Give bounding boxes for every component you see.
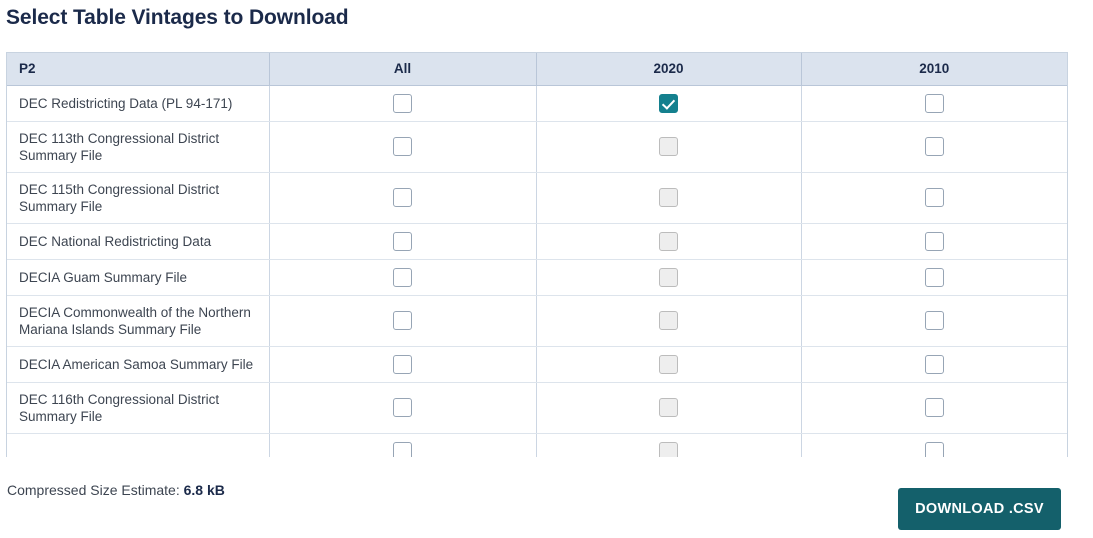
page-title: Select Table Vintages to Download [6,6,349,29]
checkbox-cell-all [269,295,537,347]
table-row: DEC Redistricting Data (PL 94-171) [7,85,1067,122]
table-row: DEC 113th Congressional District Summary… [7,121,1067,173]
table-row-label [7,433,270,457]
checkbox-2020-row-2 [659,188,678,207]
checkbox-cell-2020 [536,295,802,347]
table-header-row: P2 All 2020 2010 [7,53,1067,86]
checkbox-2010-row-1[interactable] [924,137,944,156]
checkbox-2020-row-1 [659,137,678,156]
checkbox-cell-2010 [801,346,1067,383]
table-row [7,433,1067,457]
checkbox-cell-2020 [536,433,802,457]
checkbox-2010-row-6[interactable] [924,354,944,374]
table-row-label: DEC 115th Congressional District Summary… [7,172,270,224]
checkbox-2010-row-0[interactable] [924,93,944,113]
column-header-all: All [269,53,537,86]
column-header-2020: 2020 [536,53,802,86]
checkbox-2020-row-3 [659,231,678,251]
checkbox-2010-row-8[interactable] [924,441,944,457]
table-row: DECIA American Samoa Summary File [7,346,1067,383]
checkbox-2010-row-4[interactable] [924,267,944,287]
checkbox-cell-2010 [801,121,1067,173]
checkbox-2010-row-2[interactable] [924,188,944,207]
table-header: P2 All 2020 2010 [7,53,1067,86]
table-row: DEC 116th Congressional District Summary… [7,382,1067,434]
checkbox-cell-2020 [536,259,802,296]
checkbox-cell-2020 [536,346,802,383]
checkbox-cell-all [269,223,537,260]
checkbox-all-row-3[interactable] [393,231,412,251]
checkbox-all-row-1[interactable] [393,137,412,156]
checkbox-cell-2010 [801,259,1067,296]
table-row: DECIA Guam Summary File [7,259,1067,296]
checkbox-2010-row-5[interactable] [924,311,944,330]
table-row-label: DECIA American Samoa Summary File [7,346,270,383]
checkbox-2010-row-7[interactable] [924,398,944,417]
checkbox-2020-row-5 [659,311,678,330]
column-header-p2: P2 [7,53,270,86]
checkbox-cell-2020 [536,223,802,260]
checkbox-cell-2020 [536,172,802,224]
checkbox-2010-row-3[interactable] [924,231,944,251]
checkbox-2020-row-8 [659,441,678,457]
table-row-label: DEC Redistricting Data (PL 94-171) [7,85,270,122]
checkbox-cell-2010 [801,223,1067,260]
table-body: DEC Redistricting Data (PL 94-171) DEC 11… [7,85,1067,457]
column-header-2010: 2010 [801,53,1067,86]
compressed-size-estimate: Compressed Size Estimate: 6.8 kB [7,482,225,498]
checkbox-all-row-7[interactable] [393,398,412,417]
checkbox-cell-all [269,172,537,224]
checkbox-all-row-2[interactable] [393,188,412,207]
checkbox-2020-row-4 [659,267,678,287]
checkbox-all-row-8[interactable] [393,441,412,457]
checkbox-cell-all [269,259,537,296]
footer: Compressed Size Estimate: 6.8 kB DOWNLOA… [0,470,1093,538]
checkbox-cell-all [269,346,537,383]
download-csv-button[interactable]: DOWNLOAD .CSV [898,488,1061,530]
table-row-label: DEC National Redistricting Data [7,223,270,260]
checkbox-cell-all [269,433,537,457]
checkbox-cell-2010 [801,295,1067,347]
checkbox-cell-2010 [801,85,1067,122]
vintage-table: P2 All 2020 2010 DEC Redistricting Data … [7,53,1067,457]
checkbox-cell-2020 [536,85,802,122]
checkbox-2020-row-6 [659,354,678,374]
table-row: DEC 115th Congressional District Summary… [7,172,1067,224]
table-row-label: DECIA Commonwealth of the Northern Maria… [7,295,270,347]
table-scrollbar-track[interactable] [1073,53,1085,457]
checkbox-cell-all [269,382,537,434]
checkbox-2020-row-7 [659,398,678,417]
checkbox-cell-2010 [801,433,1067,457]
compressed-size-label: Compressed Size Estimate: [7,482,180,498]
checkbox-2020-row-0[interactable] [659,93,678,113]
checkbox-cell-2010 [801,382,1067,434]
table-row: DEC National Redistricting Data [7,223,1067,260]
checkbox-cell-all [269,121,537,173]
table-row-label: DEC 116th Congressional District Summary… [7,382,270,434]
checkbox-cell-2020 [536,121,802,173]
checkbox-all-row-6[interactable] [393,354,412,374]
table-row-label: DEC 113th Congressional District Summary… [7,121,270,173]
table-row: DECIA Commonwealth of the Northern Maria… [7,295,1067,347]
checkbox-all-row-4[interactable] [393,267,412,287]
table-row-label: DECIA Guam Summary File [7,259,270,296]
checkbox-all-row-0[interactable] [393,93,412,113]
vintage-table-container: P2 All 2020 2010 DEC Redistricting Data … [6,52,1068,457]
checkbox-cell-2020 [536,382,802,434]
compressed-size-value: 6.8 kB [183,482,225,498]
checkbox-cell-all [269,85,537,122]
checkbox-all-row-5[interactable] [393,311,412,330]
checkbox-cell-2010 [801,172,1067,224]
